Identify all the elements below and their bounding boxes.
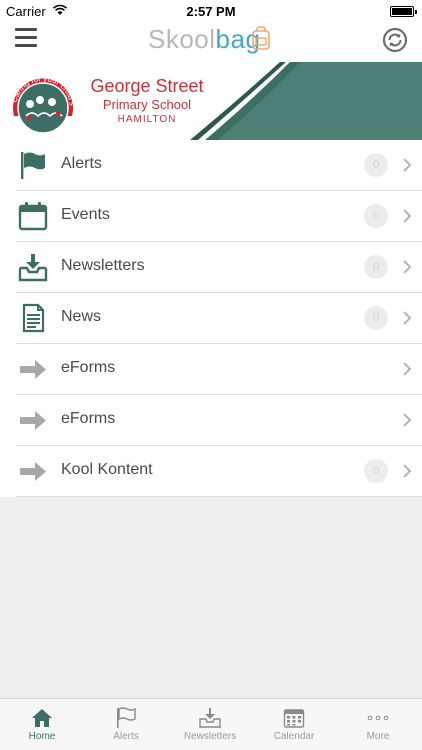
tab-alerts[interactable]: Alerts <box>84 699 168 750</box>
tab-label: More <box>366 731 390 742</box>
document-icon <box>22 303 45 333</box>
calendar-icon <box>283 709 305 728</box>
tab-calendar[interactable]: Calendar <box>252 699 336 750</box>
status-time: 2:57 PM <box>186 4 236 19</box>
menu-item-label: eForms <box>61 410 116 427</box>
tab-newsletters[interactable]: Newsletters <box>168 699 252 750</box>
menu-item-label: Newsletters <box>61 257 145 274</box>
menu-item-alerts[interactable]: Alerts 0 <box>16 140 422 191</box>
count-badge: 0 <box>364 459 388 483</box>
menu-item-kool-kontent[interactable]: Kool Kontent 0 <box>16 446 422 497</box>
chevron-right-icon <box>403 260 412 274</box>
chevron-right-icon <box>403 413 412 427</box>
count-badge: 0 <box>364 306 388 330</box>
home-icon <box>32 709 52 727</box>
battery-icon <box>390 6 417 17</box>
menu-item-news[interactable]: News 0 <box>16 293 422 344</box>
chevron-right-icon <box>403 362 412 376</box>
brand-part1: Skool <box>148 24 216 54</box>
tab-bar: Home Alerts Newsletters Calendar More <box>0 698 422 750</box>
chevron-right-icon <box>403 209 412 223</box>
menu-item-eforms-2[interactable]: eForms <box>16 395 422 446</box>
battery-level <box>392 8 412 15</box>
tab-label: Calendar <box>273 731 315 742</box>
chevron-right-icon <box>403 158 412 172</box>
arrow-right-icon <box>20 411 46 430</box>
sync-icon[interactable] <box>382 27 408 53</box>
menu-item-label: eForms <box>61 359 116 376</box>
menu-item-label: Alerts <box>61 155 102 172</box>
more-dots-icon <box>367 715 389 721</box>
chevron-right-icon <box>403 464 412 478</box>
hamburger-menu-icon[interactable] <box>15 28 37 48</box>
count-badge: 0 <box>364 204 388 228</box>
chevron-right-icon <box>403 311 412 325</box>
school-name-line3: HAMILTON <box>117 114 177 125</box>
tab-more[interactable]: More <box>336 699 420 750</box>
menu-item-label: Kool Kontent <box>61 461 153 478</box>
app-brand: Skoolbag <box>148 24 260 54</box>
count-badge: 0 <box>364 255 388 279</box>
menu-item-eforms[interactable]: eForms <box>16 344 422 395</box>
arrow-right-icon <box>20 360 46 379</box>
status-bar: Carrier 2:57 PM <box>0 0 422 22</box>
menu-item-label: News <box>61 308 102 325</box>
school-banner: Caring for your child's future George St… <box>0 62 422 140</box>
tab-label: Home <box>28 731 56 742</box>
count-badge: 0 <box>364 153 388 177</box>
backpack-icon <box>252 26 270 50</box>
menu-item-newsletters[interactable]: Newsletters 0 <box>16 242 422 293</box>
school-logo-icon: Caring for your child's future <box>6 64 77 134</box>
inbox-download-icon <box>199 708 221 728</box>
flag-icon <box>21 152 45 179</box>
nav-bar: Skoolbag <box>0 22 422 62</box>
menu-list: Alerts 0 Events 0 Newsletters 0 News 0 e… <box>0 140 422 497</box>
menu-item-events[interactable]: Events 0 <box>16 191 422 242</box>
calendar-icon <box>18 202 48 231</box>
flag-icon <box>117 707 136 728</box>
school-name-line1: George Street <box>90 76 204 96</box>
arrow-right-icon <box>20 462 46 481</box>
inbox-download-icon <box>18 254 48 282</box>
tab-label: Alerts <box>113 731 139 742</box>
menu-item-label: Events <box>61 206 110 223</box>
tab-label: Newsletters <box>183 731 237 742</box>
tab-home[interactable]: Home <box>0 699 84 750</box>
school-name-line2: Primary School <box>102 97 192 112</box>
school-name: George Street Primary School HAMILTON <box>80 76 214 127</box>
